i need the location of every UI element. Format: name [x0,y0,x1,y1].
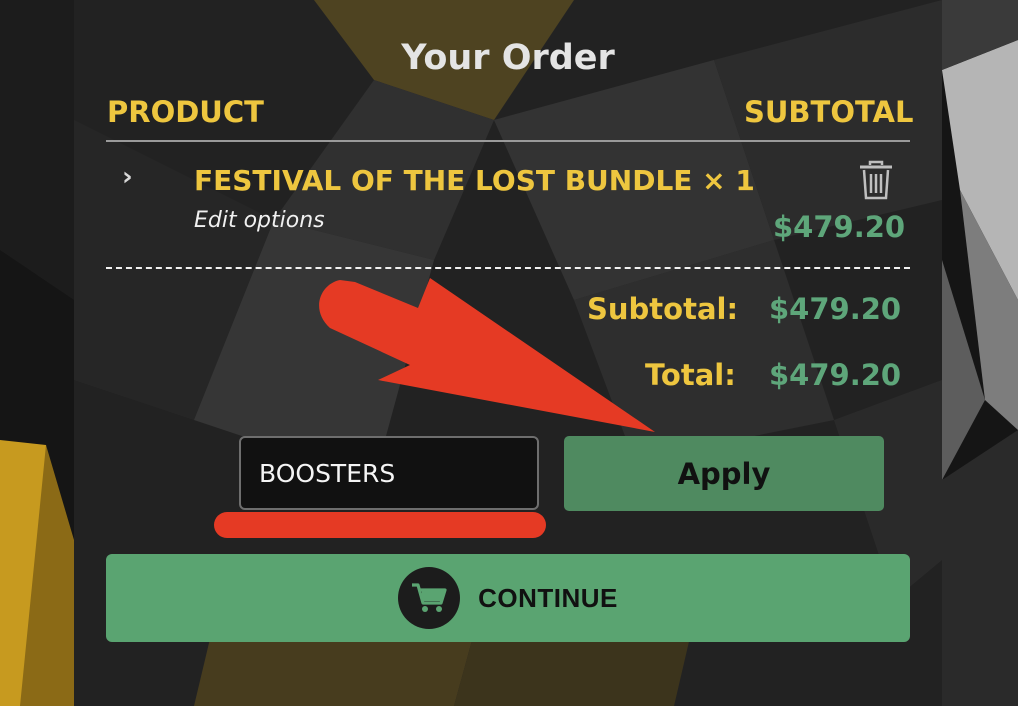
chevron-right-icon[interactable]: › [122,162,133,192]
apply-coupon-button[interactable]: Apply [564,436,884,511]
product-name: FESTIVAL OF THE LOST BUNDLE × 1 [194,164,755,197]
continue-button[interactable]: CONTINUE [106,554,910,642]
item-divider [106,267,910,269]
item-price: $479.20 [773,210,906,244]
continue-label: CONTINUE [478,582,618,613]
product-column-header: PRODUCT [107,95,264,129]
shopping-cart-icon [398,567,461,629]
total-value: $479.20 [769,358,902,392]
trash-icon[interactable] [857,160,895,200]
header-divider [106,140,910,142]
coupon-code-input[interactable] [239,436,539,510]
edit-options-link[interactable]: Edit options [194,208,325,233]
subtotal-column-header: SUBTOTAL [744,95,914,129]
annotation-arrow [319,278,655,432]
order-title: Your Order [401,38,615,78]
subtotal-value: $479.20 [769,292,902,326]
annotation-underline [214,512,546,538]
